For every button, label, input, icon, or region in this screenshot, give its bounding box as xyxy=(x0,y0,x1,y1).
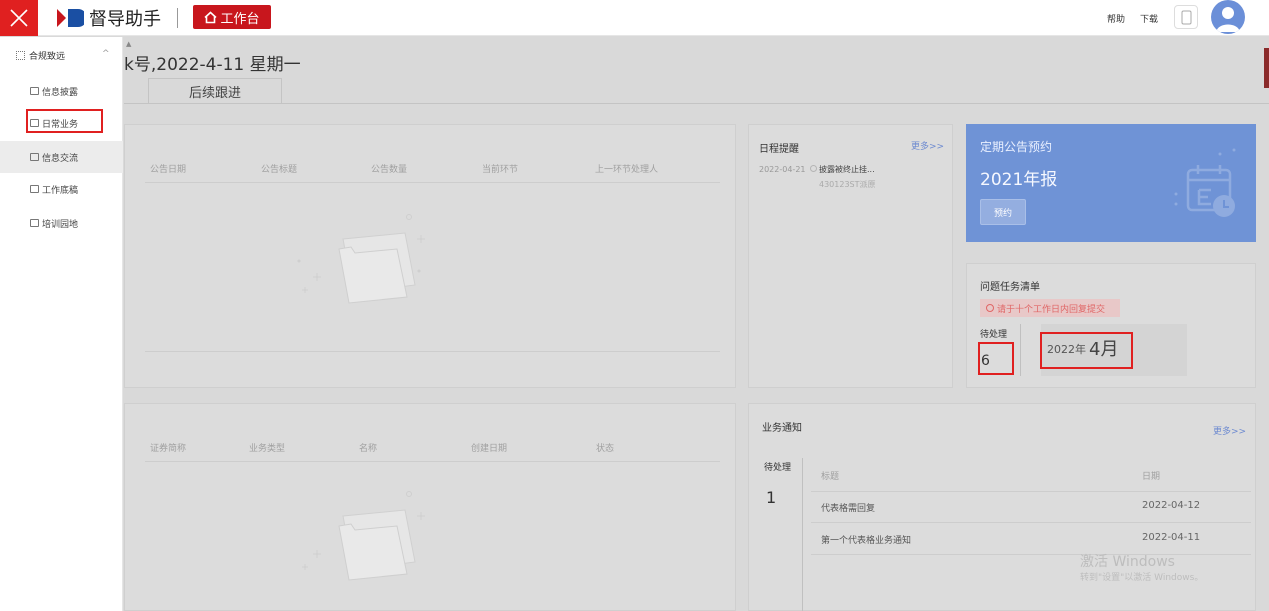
schedule-more-link[interactable]: 更多>> xyxy=(911,139,944,152)
workbench-button[interactable]: 工作台 xyxy=(193,5,271,29)
business-notice-card: 业务通知 更多>> 待处理 1 标题 日期 代表格需回复 2022-04-12 … xyxy=(748,403,1256,611)
home-icon xyxy=(204,10,218,23)
reservation-year: 2021年报 xyxy=(980,170,1058,190)
sidebar-item-working-papers[interactable]: 工作底稿 xyxy=(0,173,123,205)
sidebar-section-header[interactable]: 合规致远 ^ xyxy=(0,37,123,73)
download-link[interactable]: 下载 xyxy=(1140,12,1158,25)
schedule-title: 日程提醒 xyxy=(759,144,799,155)
close-button[interactable] xyxy=(0,0,38,36)
tab-divider xyxy=(124,103,1269,104)
column-header: 证券简称 xyxy=(150,444,187,454)
pending-label: 待处理 xyxy=(980,330,1008,340)
selection-highlight xyxy=(26,109,103,133)
column-header: 业务类型 xyxy=(249,444,286,454)
sidebar-item-info-exchange[interactable]: 信息交流 xyxy=(0,141,123,173)
header-divider xyxy=(811,491,1251,492)
pending-count-highlight xyxy=(978,342,1014,375)
mobile-icon xyxy=(1181,10,1192,25)
column-header: 上一环节处理人 xyxy=(595,165,659,175)
notice-title: 业务通知 xyxy=(762,423,802,434)
empty-folder-icon xyxy=(302,491,425,581)
sidebar-item-disclosure[interactable]: 信息披露 xyxy=(0,75,123,107)
app-title: 督导助手 xyxy=(89,9,161,30)
notice-pending-count[interactable]: 1 xyxy=(766,488,776,507)
column-header: 状态 xyxy=(596,444,615,454)
task-list-title: 问题任务清单 xyxy=(980,282,1040,293)
column-header: 创建日期 xyxy=(471,444,508,454)
business-card: 证券简称 业务类型 名称 创建日期 状态 xyxy=(124,403,736,611)
header-divider xyxy=(145,461,720,462)
mobile-button[interactable] xyxy=(1174,5,1198,29)
edge-scroll-handle[interactable] xyxy=(1264,48,1269,88)
chevron-up-icon: ^ xyxy=(102,49,110,59)
graduation-icon xyxy=(30,219,39,227)
schedule-item-text[interactable]: 披露被终止挂... xyxy=(819,164,875,175)
notice-row-date: 2022-04-11 xyxy=(1142,532,1201,543)
sidebar-item-label: 信息披露 xyxy=(42,87,79,98)
table-bottom-divider xyxy=(145,351,720,352)
app-logo xyxy=(57,9,84,27)
column-header: 公告数量 xyxy=(371,165,408,175)
workbench-label: 工作台 xyxy=(220,11,260,27)
pending-divider xyxy=(1020,324,1021,376)
grid-icon xyxy=(16,50,25,60)
tab-follow-up[interactable]: 后续跟进 xyxy=(148,78,282,104)
column-header: 当前环节 xyxy=(482,165,519,175)
header-divider xyxy=(145,182,720,183)
notice-col-date: 日期 xyxy=(1142,472,1161,482)
title-divider xyxy=(177,8,178,28)
schedule-card: 日程提醒 更多>> 2022-04-21 披露被终止挂... 430123ST派… xyxy=(748,124,953,388)
sidebar-item-label: 信息交流 xyxy=(42,153,79,164)
sidebar-item-label: 培训园地 xyxy=(42,219,79,230)
sidebar-item-training[interactable]: 培训园地 xyxy=(0,207,123,239)
schedule-date: 2022-04-21 xyxy=(759,165,806,174)
notice-row-date: 2022-04-12 xyxy=(1142,500,1201,511)
month-highlight xyxy=(1040,332,1133,369)
reserve-button[interactable]: 预约 xyxy=(980,199,1026,225)
warning-text: 请于十个工作日内回复提交 xyxy=(997,304,1106,315)
chat-icon xyxy=(30,153,39,161)
document-icon xyxy=(30,185,39,193)
column-header: 公告日期 xyxy=(150,165,187,175)
scroll-up-icon[interactable]: ▲ xyxy=(126,40,131,48)
notice-col-title: 标题 xyxy=(821,472,840,482)
watermark-line1: 激活 Windows xyxy=(1080,554,1175,570)
sidebar-item-label: 工作底稿 xyxy=(42,185,79,196)
notice-divider xyxy=(802,458,803,611)
announcement-card: 公告日期 公告标题 公告数量 当前环节 上一环节处理人 xyxy=(124,124,736,388)
top-bar: 督导助手 工作台 帮助 下载 xyxy=(0,0,1269,36)
close-icon xyxy=(10,9,28,27)
user-icon xyxy=(1216,7,1240,32)
notice-more-link[interactable]: 更多>> xyxy=(1213,424,1246,437)
schedule-item-sub: 430123ST派原 xyxy=(819,180,876,189)
calendar-icon xyxy=(1174,148,1236,217)
monitor-icon xyxy=(30,87,39,95)
row-divider xyxy=(811,554,1251,555)
notice-pending-label: 待处理 xyxy=(764,463,792,473)
column-header: 名称 xyxy=(359,444,378,454)
empty-folder-icon xyxy=(297,214,425,304)
notice-row-title: 代表格需回复 xyxy=(821,504,876,514)
help-link[interactable]: 帮助 xyxy=(1107,12,1125,25)
periodic-report-card: 定期公告预约 2021年报 预约 xyxy=(966,124,1256,242)
row-divider xyxy=(811,522,1251,523)
warning-banner: 请于十个工作日内回复提交 xyxy=(980,299,1120,317)
reservation-title: 定期公告预约 xyxy=(980,140,1053,154)
clock-icon xyxy=(810,165,817,172)
page-title: k号,2022-4-11 星期一 xyxy=(124,55,301,75)
warning-icon xyxy=(986,304,994,312)
sidebar-section-label: 合规致远 xyxy=(29,51,66,62)
avatar[interactable] xyxy=(1211,0,1245,34)
notice-row-title: 第一个代表格业务通知 xyxy=(821,536,912,546)
watermark-line2: 转到"设置"以激活 Windows。 xyxy=(1080,573,1204,583)
column-header: 公告标题 xyxy=(261,165,298,175)
